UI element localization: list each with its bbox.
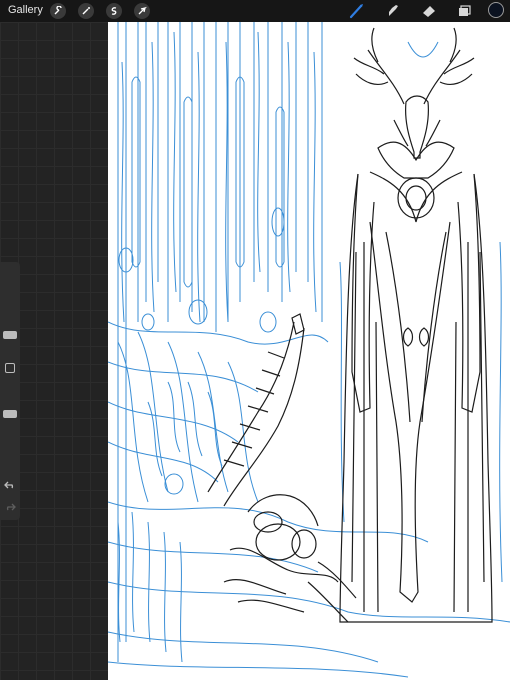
top-toolbar: Gallery bbox=[0, 0, 510, 22]
brush-icon[interactable] bbox=[348, 3, 366, 19]
selection-icon[interactable] bbox=[106, 3, 122, 19]
layers-icon[interactable] bbox=[455, 3, 473, 19]
modify-button[interactable] bbox=[5, 363, 15, 373]
brush-size-slider[interactable] bbox=[3, 330, 17, 339]
adjustments-wand-icon[interactable] bbox=[78, 3, 94, 19]
drawing-canvas[interactable] bbox=[108, 22, 510, 680]
canvas-artwork bbox=[108, 22, 510, 678]
smudge-icon[interactable] bbox=[384, 3, 402, 19]
actions-wrench-icon[interactable] bbox=[50, 3, 66, 19]
gallery-button[interactable]: Gallery bbox=[8, 4, 43, 16]
left-workspace bbox=[0, 22, 108, 680]
transform-arrow-icon[interactable] bbox=[134, 3, 150, 19]
color-swatch[interactable] bbox=[488, 2, 504, 18]
redo-icon[interactable] bbox=[4, 500, 16, 512]
sidebar bbox=[0, 262, 20, 520]
undo-icon[interactable] bbox=[4, 478, 16, 490]
eraser-icon[interactable] bbox=[420, 3, 438, 19]
opacity-slider[interactable] bbox=[3, 410, 17, 419]
